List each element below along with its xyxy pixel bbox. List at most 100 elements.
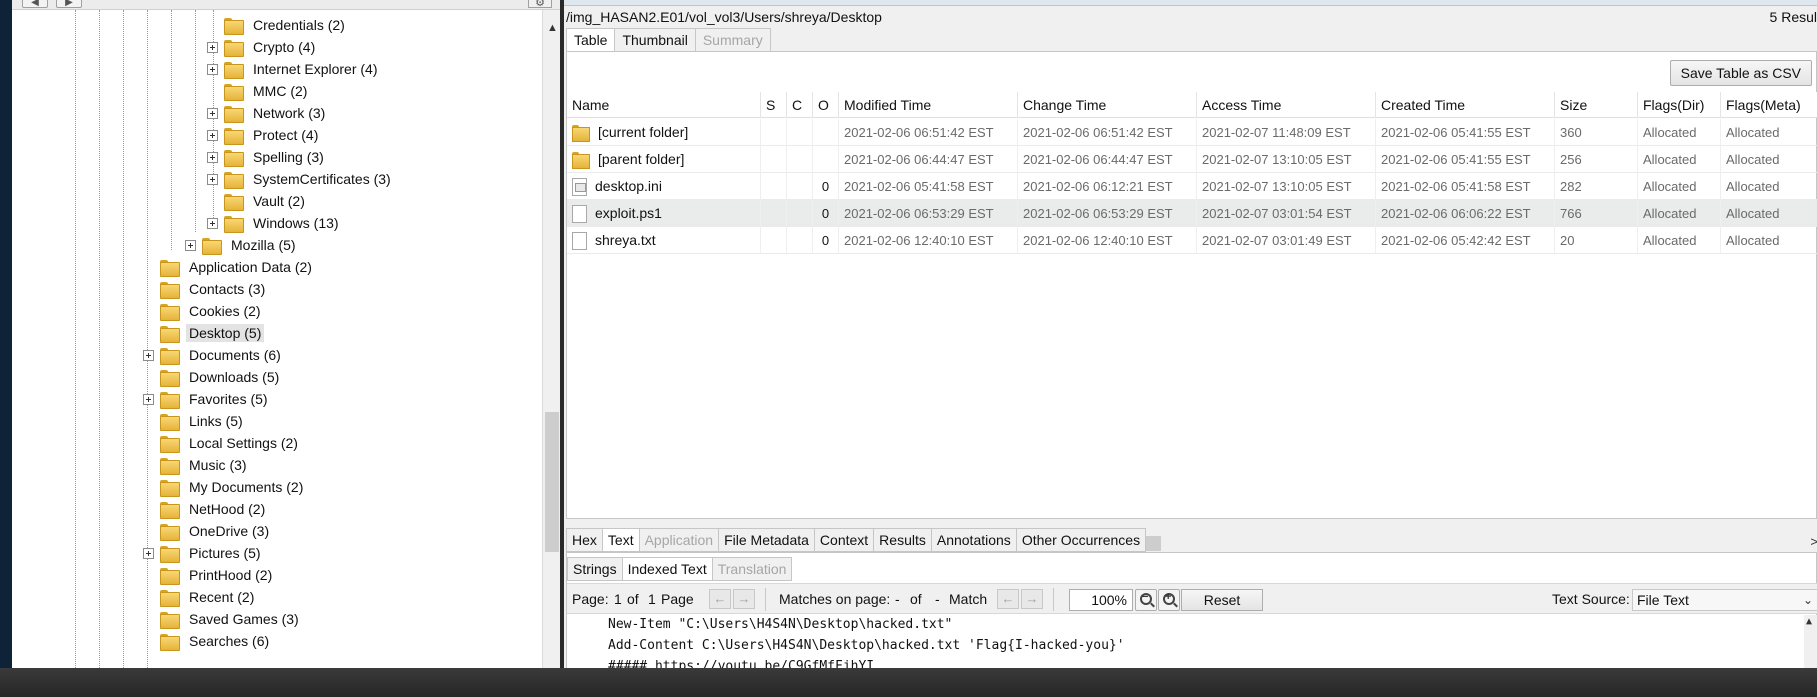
zoom-out-icon[interactable]: −	[1135, 589, 1157, 611]
zoom-level-field[interactable]: 100%	[1069, 589, 1133, 611]
tree-item[interactable]: Mozilla (5)	[185, 234, 299, 256]
tree-item[interactable]: MMC (2)	[207, 80, 310, 102]
cell-s	[761, 119, 787, 146]
cell-created: 2021-02-06 05:41:55 EST	[1376, 119, 1555, 146]
tree-item[interactable]: OneDrive (3)	[143, 520, 272, 542]
tab-hex[interactable]: Hex	[566, 528, 603, 552]
column-header-change-time[interactable]: Change Time	[1018, 92, 1197, 118]
tab-text[interactable]: Text	[601, 528, 640, 552]
table-row[interactable]: [current folder] 2021-02-06 06:51:42 EST…	[567, 119, 1817, 146]
expand-icon[interactable]	[207, 151, 218, 163]
tree-item[interactable]: Saved Games (3)	[143, 608, 302, 630]
tree-item[interactable]: Documents (6)	[143, 344, 284, 366]
tree-item[interactable]: Crypto (4)	[207, 36, 318, 58]
tab-strings[interactable]: Strings	[567, 557, 623, 581]
table-row[interactable]: desktop.ini 0 2021-02-06 05:41:58 EST 20…	[567, 173, 1817, 200]
tab-indexed-text[interactable]: Indexed Text	[621, 557, 713, 581]
tree-item[interactable]: Credentials (2)	[207, 14, 348, 36]
tree-item[interactable]: Recent (2)	[143, 586, 257, 608]
tab-thumbnail[interactable]: Thumbnail	[614, 28, 696, 52]
expand-icon[interactable]	[207, 129, 218, 141]
file-name: exploit.ps1	[595, 205, 662, 221]
tree-item[interactable]: Local Settings (2)	[143, 432, 301, 454]
column-header-o[interactable]: O	[813, 92, 839, 118]
forward-button[interactable]: ▶	[56, 0, 82, 8]
save-table-as-csv-button[interactable]: Save Table as CSV	[1669, 60, 1812, 86]
tree-item[interactable]: Spelling (3)	[207, 146, 327, 168]
next-page-button[interactable]: →	[733, 589, 755, 609]
column-header-s[interactable]: S	[761, 92, 787, 118]
table-row-selected[interactable]: exploit.ps1 0 2021-02-06 06:53:29 EST 20…	[567, 200, 1817, 227]
zoom-in-icon[interactable]: +	[1158, 589, 1180, 611]
extracted-text-area[interactable]: New-Item "C:\Users\H4S4N\Desktop\hacked.…	[567, 615, 1817, 668]
tree-item-label: Application Data (2)	[189, 259, 312, 275]
tree-item[interactable]: PrintHood (2)	[143, 564, 275, 586]
gear-icon[interactable]: ⚙	[528, 0, 552, 9]
tab-translation[interactable]: Translation	[711, 557, 793, 581]
expand-icon[interactable]	[207, 173, 218, 185]
tree-scrollbar[interactable]: ▲	[542, 10, 560, 668]
tab-file-metadata[interactable]: File Metadata	[718, 528, 815, 552]
tab-other-occurrences[interactable]: Other Occurrences	[1015, 528, 1147, 552]
tree-item[interactable]: Downloads (5)	[143, 366, 282, 388]
reset-zoom-button[interactable]: Reset	[1181, 589, 1263, 611]
tree-item-label: Internet Explorer (4)	[253, 61, 378, 77]
expand-icon[interactable]	[143, 547, 154, 559]
tree-item-label: Contacts (3)	[189, 281, 266, 297]
tree-item[interactable]: Contacts (3)	[143, 278, 268, 300]
tree-item[interactable]: Protect (4)	[207, 124, 321, 146]
table-row[interactable]: [parent folder] 2021-02-06 06:44:47 EST …	[567, 146, 1817, 173]
tree-item[interactable]: NetHood (2)	[143, 498, 268, 520]
expand-icon[interactable]	[207, 63, 218, 75]
tree-item[interactable]: Vault (2)	[207, 190, 308, 212]
tab-context[interactable]: Context	[813, 528, 875, 552]
next-match-button[interactable]: →	[1021, 589, 1043, 609]
text-line: New-Item "C:\Users\H4S4N\Desktop\hacked.…	[608, 617, 953, 632]
tab-summary[interactable]: Summary	[694, 28, 771, 52]
tree-item[interactable]: Favorites (5)	[143, 388, 271, 410]
back-button[interactable]: ◀	[22, 0, 48, 8]
tab-annotations[interactable]: Annotations	[930, 528, 1017, 552]
previous-match-button[interactable]: ←	[997, 589, 1019, 609]
tree-item[interactable]: Cookies (2)	[143, 300, 264, 322]
table-row[interactable]: shreya.txt 0 2021-02-06 12:40:10 EST 202…	[567, 227, 1817, 254]
column-header-flags-dir[interactable]: Flags(Dir)	[1638, 92, 1721, 118]
tab-table[interactable]: Table	[566, 28, 616, 53]
expand-icon[interactable]	[207, 107, 218, 119]
expand-icon[interactable]	[185, 239, 196, 251]
tree-item[interactable]: Internet Explorer (4)	[207, 58, 381, 80]
tab-application[interactable]: Application	[638, 528, 720, 552]
text-source-select[interactable]: File Text ⌄	[1632, 589, 1817, 611]
scrollbar-thumb[interactable]	[545, 412, 559, 552]
tree-item[interactable]: Pictures (5)	[143, 542, 264, 564]
column-header-name[interactable]: Name	[567, 92, 761, 118]
expand-icon[interactable]	[207, 41, 218, 53]
tree-item[interactable]: Searches (6)	[143, 630, 272, 652]
expand-icon[interactable]	[143, 349, 154, 361]
text-scrollbar[interactable]: ▲	[1804, 615, 1817, 668]
column-header-c[interactable]: C	[787, 92, 813, 118]
table-view: Save Table as CSV Name S C O Modified Ti…	[566, 51, 1817, 552]
tree-item-desktop[interactable]: Desktop (5)	[143, 322, 265, 344]
tree-item[interactable]: Windows (13)	[207, 212, 342, 234]
expand-icon[interactable]	[207, 217, 218, 229]
tree-item[interactable]: Network (3)	[207, 102, 328, 124]
expand-icon[interactable]	[143, 393, 154, 405]
scroll-right-icon[interactable]: >	[1810, 534, 1817, 549]
cell-accessed: 2021-02-07 13:10:05 EST	[1197, 146, 1376, 173]
column-header-access-time[interactable]: Access Time	[1197, 92, 1376, 118]
column-header-modified-time[interactable]: Modified Time	[839, 92, 1018, 118]
tree-item[interactable]: My Documents (2)	[143, 476, 306, 498]
column-header-created-time[interactable]: Created Time	[1376, 92, 1555, 118]
previous-page-button[interactable]: ←	[709, 589, 731, 609]
tab-results[interactable]: Results	[873, 528, 932, 552]
scroll-up-icon[interactable]: ▲	[1806, 616, 1812, 627]
tree-item[interactable]: Application Data (2)	[143, 256, 315, 278]
column-header-flags-meta[interactable]: Flags(Meta)	[1721, 92, 1817, 118]
tree-item[interactable]: Links (5)	[143, 410, 246, 432]
tree-guide	[123, 10, 124, 668]
column-header-size[interactable]: Size	[1555, 92, 1638, 118]
tree-item[interactable]: SystemCertificates (3)	[207, 168, 394, 190]
tree-item[interactable]: Music (3)	[143, 454, 250, 476]
scroll-up-icon[interactable]: ▲	[547, 22, 558, 34]
